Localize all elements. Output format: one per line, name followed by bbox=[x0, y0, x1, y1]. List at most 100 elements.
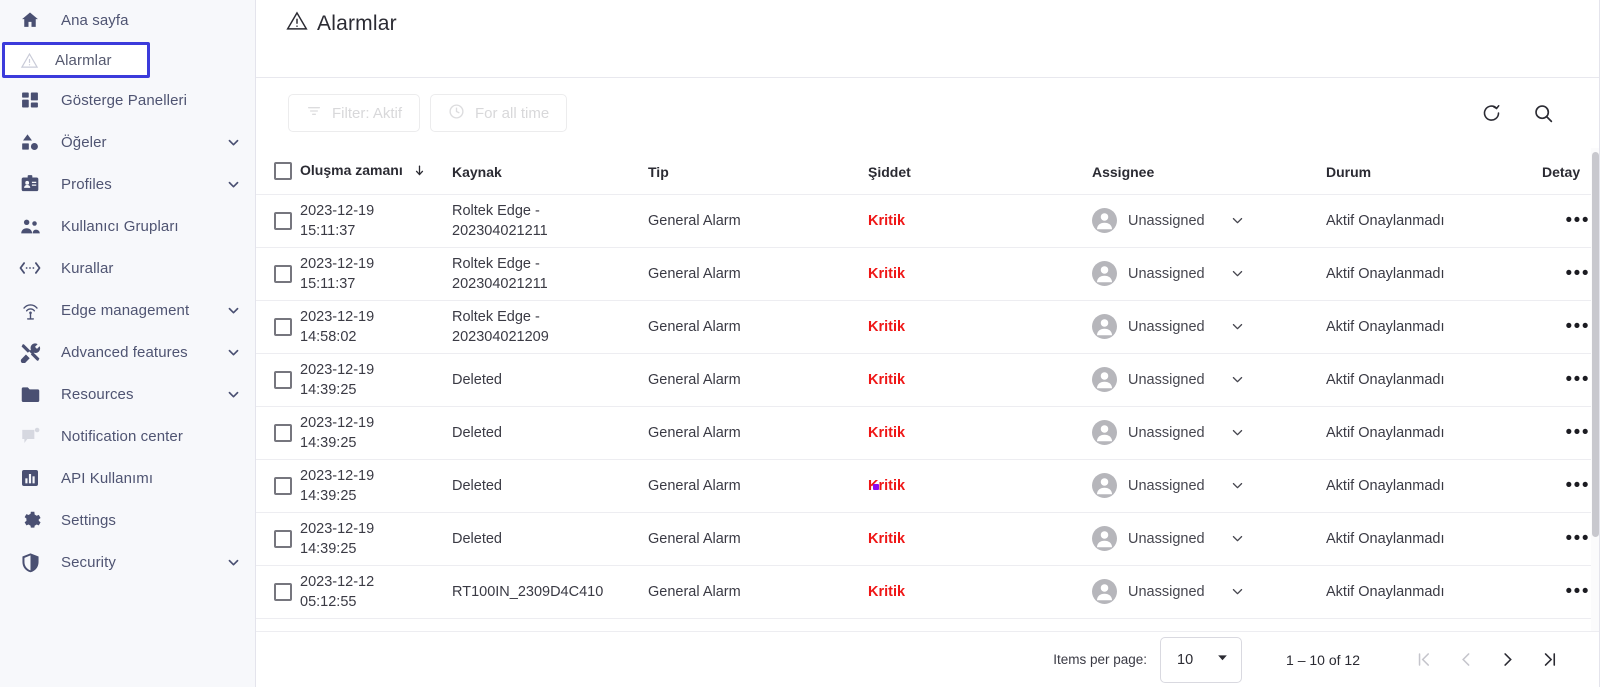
status-badge: Kritik bbox=[868, 583, 906, 600]
prev-page-icon[interactable] bbox=[1444, 639, 1486, 681]
chevron-down-icon[interactable] bbox=[226, 345, 241, 360]
sidebar-item-notification-center[interactable]: Notification center bbox=[0, 416, 255, 456]
sidebar-item-profiles[interactable]: Profiles bbox=[0, 164, 255, 204]
row-actions-menu-button[interactable]: ••• bbox=[1566, 476, 1590, 495]
cell-status: Aktif Onaylanmadı bbox=[1326, 424, 1445, 441]
first-page-icon[interactable] bbox=[1402, 639, 1444, 681]
sidebar-item-security[interactable]: Security bbox=[0, 542, 255, 582]
search-icon[interactable] bbox=[1530, 100, 1556, 126]
header-label-severity: Şiddet bbox=[868, 163, 911, 180]
cell-source: Deleted bbox=[452, 459, 648, 512]
select-all-checkbox[interactable] bbox=[274, 161, 292, 180]
last-page-icon[interactable] bbox=[1528, 639, 1570, 681]
sidebar-item-api-kullan-m[interactable]: API Kullanımı bbox=[0, 458, 255, 498]
row-checkbox[interactable] bbox=[274, 211, 292, 230]
sidebar-item-settings[interactable]: Settings bbox=[0, 500, 255, 540]
table-row[interactable]: 2023-12-19 14:39:25 Deleted General Alar… bbox=[256, 512, 1600, 565]
row-select-cell bbox=[256, 300, 300, 353]
status-badge: Kritik bbox=[868, 265, 906, 282]
table-row[interactable]: 2023-12-19 14:39:25 Deleted General Alar… bbox=[256, 459, 1600, 512]
cell-time: 2023-12-19 15:11:37 bbox=[300, 194, 452, 247]
cell-source-line2: 202304021211 bbox=[452, 222, 548, 239]
cell-assignee: Unassigned bbox=[1092, 353, 1326, 406]
filter-chip[interactable]: Filter: Aktif bbox=[288, 94, 421, 132]
next-page-icon[interactable] bbox=[1486, 639, 1528, 681]
sidebar-item-ana-sayfa[interactable]: Ana sayfa bbox=[0, 0, 255, 40]
scrollbar-thumb[interactable] bbox=[1592, 152, 1599, 537]
tools-icon bbox=[12, 342, 48, 363]
row-actions-menu-button[interactable]: ••• bbox=[1566, 264, 1590, 283]
sidebar-item-kurallar[interactable]: Kurallar bbox=[0, 248, 255, 288]
row-checkbox[interactable] bbox=[274, 529, 292, 548]
header-cell-assignee[interactable]: Assignee bbox=[1092, 148, 1326, 194]
items-per-page-value: 10 bbox=[1177, 651, 1194, 668]
row-checkbox[interactable] bbox=[274, 582, 292, 601]
row-checkbox[interactable] bbox=[274, 476, 292, 495]
chevron-down-icon[interactable] bbox=[226, 303, 241, 318]
row-checkbox[interactable] bbox=[274, 317, 292, 336]
row-checkbox[interactable] bbox=[274, 264, 292, 283]
header-cell-source[interactable]: Kaynak bbox=[452, 148, 648, 194]
sidebar-item-label: Kullanıcı Grupları bbox=[61, 217, 179, 235]
row-actions-menu-button[interactable]: ••• bbox=[1566, 423, 1590, 442]
notification-flag-icon bbox=[12, 426, 48, 447]
row-actions-menu-button[interactable]: ••• bbox=[1566, 317, 1590, 336]
time-range-chip[interactable]: For all time bbox=[430, 94, 568, 132]
alarms-table-wrapper: Oluşma zamanı Kaynak Tip Şiddet Assignee… bbox=[256, 148, 1600, 619]
cell-type: General Alarm bbox=[648, 530, 741, 547]
row-actions-menu-button[interactable]: ••• bbox=[1566, 582, 1590, 601]
sidebar-item-label: Alarmlar bbox=[55, 51, 112, 69]
chevron-down-icon[interactable] bbox=[1230, 372, 1245, 387]
row-checkbox[interactable] bbox=[274, 370, 292, 389]
chevron-down-icon[interactable] bbox=[226, 177, 241, 192]
row-actions-menu-button[interactable]: ••• bbox=[1566, 211, 1590, 230]
cell-source-line1: Deleted bbox=[452, 424, 502, 441]
header-cell-type[interactable]: Tip bbox=[648, 148, 868, 194]
chevron-down-icon[interactable] bbox=[226, 555, 241, 570]
refresh-icon[interactable] bbox=[1478, 100, 1504, 126]
header-cell-time[interactable]: Oluşma zamanı bbox=[300, 148, 452, 194]
chevron-down-icon[interactable] bbox=[1230, 478, 1245, 493]
chevron-down-icon[interactable] bbox=[1230, 531, 1245, 546]
items-per-page-select[interactable]: 10 bbox=[1160, 636, 1243, 683]
sidebar-item-eler[interactable]: Öğeler bbox=[0, 122, 255, 162]
row-actions-menu-button[interactable]: ••• bbox=[1566, 529, 1590, 548]
table-row[interactable]: 2023-12-19 14:39:25 Deleted General Alar… bbox=[256, 353, 1600, 406]
table-row[interactable]: 2023-12-12 05:12:55 RT100IN_2309D4C410 G… bbox=[256, 565, 1600, 618]
cell-source-line2: 202304021211 bbox=[452, 275, 548, 292]
header-cell-status[interactable]: Durum bbox=[1326, 148, 1542, 194]
chevron-down-icon[interactable] bbox=[226, 135, 241, 150]
row-select-cell bbox=[256, 247, 300, 300]
header-cell-severity[interactable]: Şiddet bbox=[868, 148, 1092, 194]
chevron-down-icon[interactable] bbox=[1230, 584, 1245, 599]
sidebar-item-advanced-features[interactable]: Advanced features bbox=[0, 332, 255, 372]
sidebar-item-kullan-c-gruplar[interactable]: Kullanıcı Grupları bbox=[0, 206, 255, 246]
sidebar-item-alarmlar[interactable]: Alarmlar bbox=[2, 42, 150, 78]
cell-source: Roltek Edge - 202304021211 bbox=[452, 247, 648, 300]
cell-status: Aktif Onaylanmadı bbox=[1326, 371, 1445, 388]
cell-time-clock: 15:11:37 bbox=[300, 222, 356, 239]
row-checkbox[interactable] bbox=[274, 423, 292, 442]
cell-status: Aktif Onaylanmadı bbox=[1326, 583, 1445, 600]
alarms-table-body: 2023-12-19 15:11:37 Roltek Edge - 202304… bbox=[256, 194, 1600, 618]
sidebar-item-label: Kurallar bbox=[61, 259, 114, 277]
table-row[interactable]: 2023-12-19 15:11:37 Roltek Edge - 202304… bbox=[256, 247, 1600, 300]
cell-status: Aktif Onaylanmadı bbox=[1326, 530, 1445, 547]
sidebar-item-g-sterge-panelleri[interactable]: Gösterge Panelleri bbox=[0, 80, 255, 120]
header-label-assignee: Assignee bbox=[1092, 163, 1155, 180]
sidebar-item-label: Öğeler bbox=[61, 133, 107, 151]
chevron-down-icon[interactable] bbox=[226, 387, 241, 402]
chevron-down-icon[interactable] bbox=[1230, 319, 1245, 334]
table-row[interactable]: 2023-12-19 15:11:37 Roltek Edge - 202304… bbox=[256, 194, 1600, 247]
chevron-down-icon[interactable] bbox=[1230, 425, 1245, 440]
cell-severity: Kritik bbox=[868, 353, 1092, 406]
chevron-down-icon[interactable] bbox=[1230, 266, 1245, 281]
cell-severity: Kritik bbox=[868, 459, 1092, 512]
sidebar-item-edge-management[interactable]: Edge management bbox=[0, 290, 255, 330]
assignee-name: Unassigned bbox=[1128, 371, 1205, 388]
row-actions-menu-button[interactable]: ••• bbox=[1566, 370, 1590, 389]
sidebar-item-resources[interactable]: Resources bbox=[0, 374, 255, 414]
chevron-down-icon[interactable] bbox=[1230, 213, 1245, 228]
table-row[interactable]: 2023-12-19 14:39:25 Deleted General Alar… bbox=[256, 406, 1600, 459]
table-row[interactable]: 2023-12-19 14:58:02 Roltek Edge - 202304… bbox=[256, 300, 1600, 353]
